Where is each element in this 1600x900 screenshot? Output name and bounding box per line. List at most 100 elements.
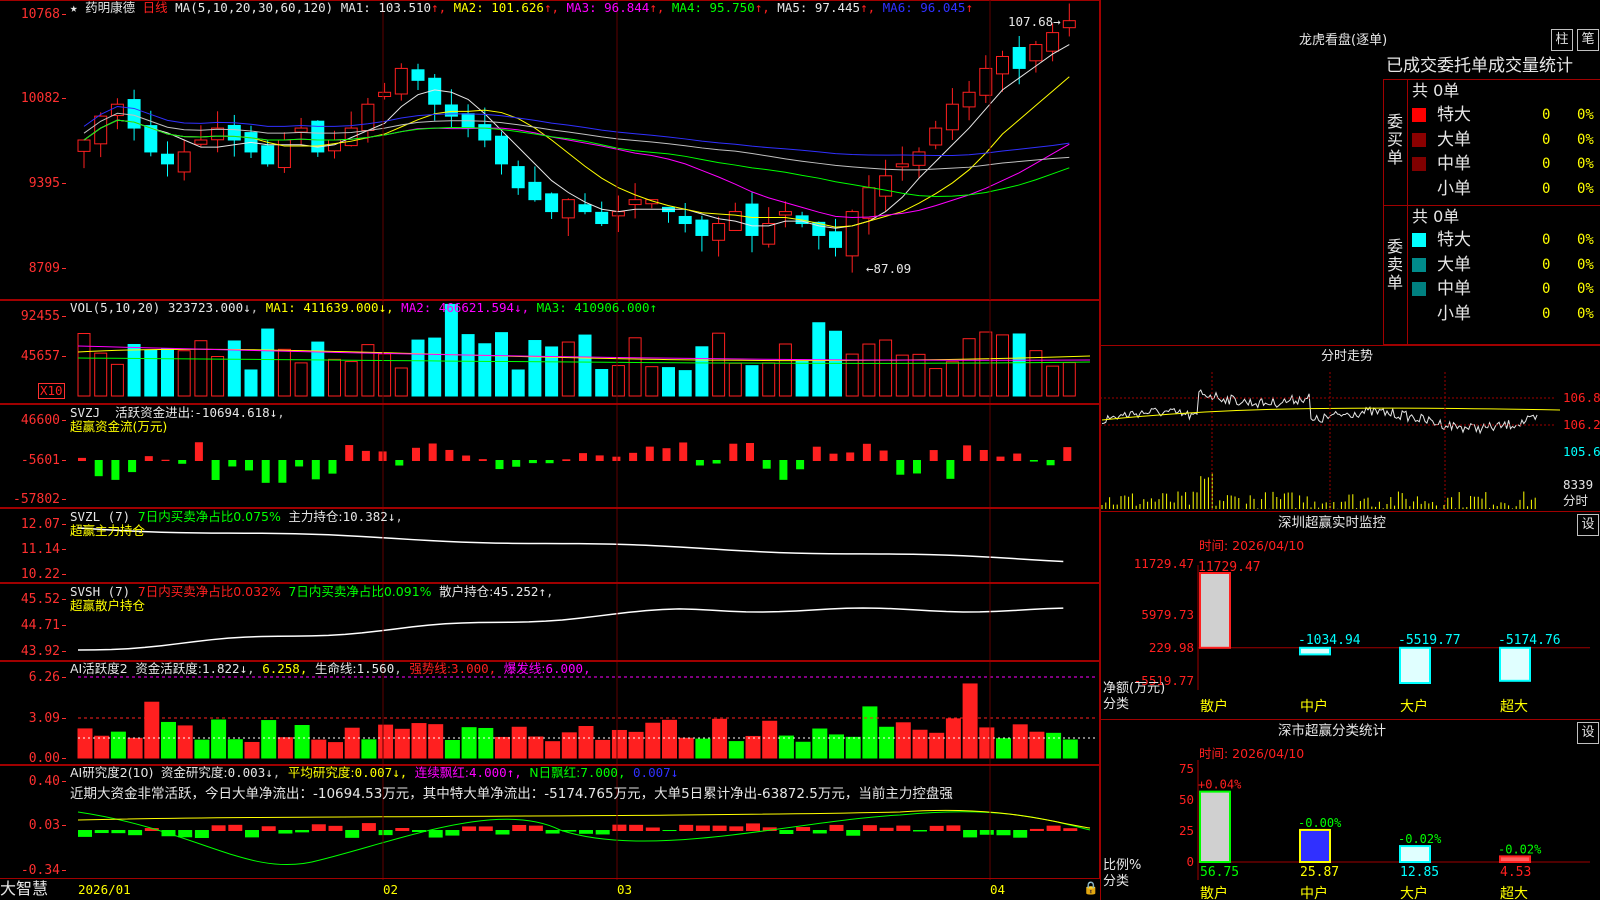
svzj-axis-1: 46600: [0, 414, 66, 428]
candle-body: [1046, 32, 1060, 52]
row-pct: 0%: [1577, 131, 1594, 148]
svzl-axis-2: 11.14: [0, 543, 66, 557]
longhu-panel: 龙虎看盘(逐单) 柱 笔 已成交委托单成交量统计 委买单 委卖单 共 0单 共 …: [1100, 0, 1600, 346]
candle-body: [194, 139, 208, 145]
legend-swatch: [1412, 306, 1426, 321]
candle-body: [344, 127, 358, 147]
svsh-axis-1: 45.52: [0, 593, 66, 607]
brand-logo[interactable]: 大智慧: [0, 880, 48, 898]
candle-body: [895, 163, 909, 168]
row-label: 特大: [1437, 230, 1471, 250]
sz-axis-3: 229.98: [1148, 640, 1194, 655]
ai-activity-pane[interactable]: [0, 661, 1100, 765]
candle-body: [595, 211, 609, 225]
ma-params: MA(5,10,20,30,60,120): [175, 0, 334, 15]
longhu-row: 小单 0 0%: [1412, 304, 1600, 324]
candle-body: [829, 231, 842, 248]
vol-header: VOL(5,10,20) 323723.000↓, MA1: 411639.00…: [70, 300, 658, 315]
longhu-title: 龙虎看盘(逐单): [1299, 33, 1388, 48]
row-count: 0: [1542, 107, 1551, 123]
sell-total: 共 0单: [1412, 207, 1460, 226]
candle-body: [177, 151, 191, 173]
bar-mode-button[interactable]: 柱: [1551, 29, 1573, 51]
candle-body: [528, 181, 542, 201]
candle-body: [561, 199, 575, 219]
candle-body: [378, 91, 392, 97]
ai2-header: AI研究度2(10) 资金研究度:0.003↓, 平均研究度:0.007↓, 连…: [70, 765, 679, 780]
row-count: 0: [1542, 180, 1551, 197]
candle-body: [227, 124, 241, 141]
ai1-axis-3: 0.00: [0, 752, 66, 766]
vol-value: 323723.000: [167, 300, 244, 315]
candle-body: [511, 166, 525, 189]
svzj-sub: 超赢资金流(万元): [70, 419, 168, 434]
row-pct: 0%: [1577, 156, 1594, 172]
date-label-apr: 04: [990, 882, 1006, 897]
longhu-row: 特大 0 0%: [1412, 230, 1600, 250]
intraday-title: 分时走势: [1321, 349, 1374, 364]
ss-axis-2: 50: [1178, 792, 1194, 807]
row-label: 大单: [1437, 254, 1471, 275]
sz-ylabel: 净额(万元): [1103, 681, 1166, 696]
ma-value-2: MA2: 101.626↑,: [453, 0, 567, 15]
longhu-row: 大单 0 0%: [1412, 255, 1600, 275]
row-pct: 0%: [1577, 107, 1594, 123]
ma-value-3: MA3: 96.844↑,: [566, 0, 672, 15]
ss-settings-button[interactable]: 设: [1577, 722, 1599, 744]
ma-value-1: MA1: 103.510↑,: [340, 0, 454, 15]
low-price-label: ←87.09: [866, 261, 912, 276]
candle-body: [845, 211, 859, 257]
longhu-row: 特大 0 0%: [1412, 105, 1600, 125]
intraday-price-2: 106.2: [1563, 417, 1600, 432]
date-label-mar: 03: [617, 882, 633, 897]
app-window: ★ 药明康德 日线 MA(5,10,20,30,60,120) MA1: 103…: [0, 0, 1600, 900]
sz-settings-button[interactable]: 设: [1577, 514, 1599, 536]
main-header: ★ 药明康德 日线 MA(5,10,20,30,60,120) MA1: 103…: [70, 1, 973, 15]
legend-swatch: [1412, 282, 1426, 296]
candle-body: [161, 153, 174, 165]
candle-body: [1012, 46, 1026, 69]
sell-col: 委卖单: [1384, 205, 1408, 346]
row-pct: 0%: [1577, 180, 1594, 197]
lock-icon[interactable]: 🔒: [1083, 881, 1099, 895]
candle-body: [1029, 44, 1043, 62]
buy-label: 委买单: [1387, 112, 1404, 167]
svzl-axis-3: 10.22: [0, 568, 66, 582]
buy-total: 共 0单: [1412, 81, 1460, 100]
row-label: 特大: [1437, 105, 1471, 125]
svzj-header: SVZJ 活跃资金进出:-10694.618↓,: [70, 405, 285, 420]
svzj-axis-2: -5601: [0, 454, 66, 468]
candle-body: [695, 219, 709, 236]
longhu-row: 小单 0 0%: [1412, 179, 1600, 199]
row-count: 0: [1542, 232, 1551, 248]
candle-body: [77, 139, 91, 152]
row-count: 0: [1542, 256, 1551, 273]
vol-axis-2: 45657: [0, 350, 66, 364]
longhu-row: 中单 0 0%: [1412, 154, 1600, 174]
row-pct: 0%: [1577, 256, 1594, 273]
legend-swatch: [1412, 108, 1426, 122]
pen-mode-button[interactable]: 笔: [1577, 29, 1599, 51]
candle-body: [962, 91, 976, 108]
ai-research-pane[interactable]: [0, 765, 1100, 879]
candle-body: [745, 203, 759, 236]
candle-body: [712, 223, 726, 241]
vol-ma-1: MA1: 411639.000↓,: [265, 300, 402, 315]
ss-axis-1: 75: [1178, 761, 1194, 776]
svsh-header: SVSH (7) 7日内买卖净占比0.032% 7日内买卖净占比0.091% 散…: [70, 584, 554, 599]
row-pct: 0%: [1577, 305, 1594, 322]
high-price-label: 107.68→: [1008, 14, 1061, 29]
vol-axis-1: 92455: [0, 310, 66, 324]
candle-body: [94, 115, 108, 145]
ai2-comment: 近期大资金非常活跃，今日大单净流出：-10694.53万元，其中特大单净流出：-…: [70, 786, 953, 802]
volume-pane[interactable]: [0, 300, 1100, 404]
ss-axis-3: 25: [1178, 823, 1194, 838]
ss-ylabel2: 分类: [1103, 874, 1130, 889]
candle-body: [628, 199, 642, 206]
intraday-price-3: 105.6: [1563, 444, 1600, 459]
row-count: 0: [1542, 281, 1551, 297]
star-icon[interactable]: ★: [70, 0, 78, 15]
period-label[interactable]: 日线: [143, 0, 168, 15]
sz-axis-1: 11729.47: [1133, 556, 1194, 571]
intraday-panel[interactable]: 分时走势 106.8 106.2 105.6 8339 分时: [1100, 345, 1600, 511]
